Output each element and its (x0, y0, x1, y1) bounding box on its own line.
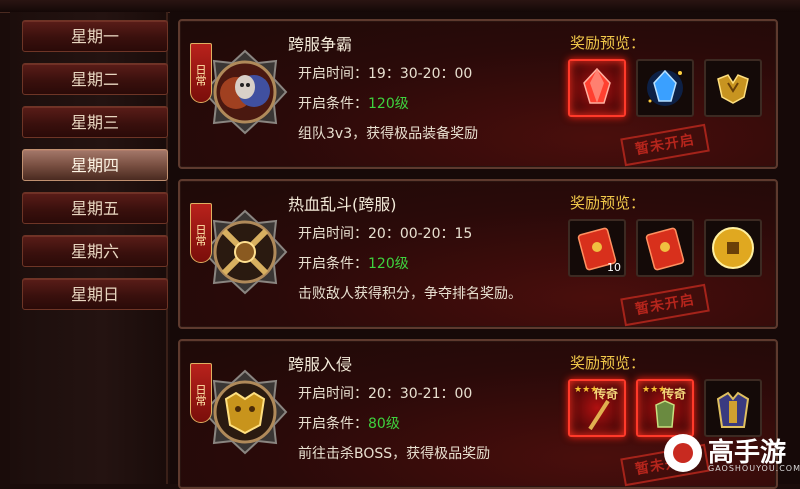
reward-slot[interactable] (704, 379, 762, 437)
gold-armor-icon (717, 74, 749, 104)
reward-slot[interactable] (636, 219, 694, 277)
daily-badge: 日常 (190, 363, 212, 423)
activity-description: 组队3v3，获得极品装备奖励 (298, 126, 479, 142)
not-open-stamp: 暂未开启 (620, 123, 710, 167)
blue-crystal-icon (647, 69, 683, 106)
condition-label: 开启条件： (298, 96, 368, 112)
activity-description: 击败敌人获得积分，争夺排名奖励。 (298, 286, 522, 302)
tab-monday[interactable]: 星期一 (22, 20, 168, 52)
reward-preview-label: 奖励预览： (570, 354, 646, 372)
weekday-sidebar: 星期一 星期二 星期三 星期四 星期五 星期六 星期日 (10, 12, 168, 484)
gold-coin-icon (712, 227, 754, 269)
watermark-url: GAOSHOUYOU.COM (708, 464, 800, 473)
star-icon: ★★★ (574, 385, 599, 395)
activity-title: 热血乱斗(跨服) (288, 195, 397, 214)
open-condition: 开启条件：120级 (298, 253, 409, 273)
cross-server-invasion-emblem-icon (202, 369, 288, 455)
gaoshouyou-logo-icon (664, 434, 702, 472)
warrior-armor-icon (716, 391, 750, 428)
item-count: 10 (607, 261, 621, 274)
reward-slot[interactable]: ★★★ 传奇 (636, 379, 694, 437)
tab-friday[interactable]: 星期五 (22, 192, 168, 224)
open-time: 开启时间：19：30-20：00 (298, 66, 473, 82)
red-crystal-icon (583, 67, 611, 104)
reward-preview-label: 奖励预览： (570, 194, 646, 212)
legend-tag: 传奇 (594, 387, 619, 401)
open-time: 开启时间：20：30-21：00 (298, 386, 473, 402)
reward-slot[interactable] (704, 59, 762, 117)
red-envelope-icon (645, 227, 685, 271)
not-open-stamp: 暂未开启 (620, 283, 710, 327)
tab-sunday[interactable]: 星期日 (22, 278, 168, 310)
cross-server-battle-emblem-icon (202, 49, 288, 135)
daily-badge: 日常 (190, 43, 212, 103)
activity-card-cross-server-battle[interactable]: 日常 跨服争霸 开启时间：19：30-20：00 开启条件：120级 组队3v3… (178, 19, 778, 169)
level-requirement: 120级 (368, 96, 409, 112)
reward-slot[interactable] (568, 59, 626, 117)
level-requirement: 80级 (368, 416, 400, 432)
blood-brawl-emblem-icon (202, 209, 288, 295)
open-time: 开启时间：20：00-20：15 (298, 226, 473, 242)
tab-wednesday[interactable]: 星期三 (22, 106, 168, 138)
reward-slot[interactable]: 10 (568, 219, 626, 277)
reward-slot[interactable]: ★★★ 传奇 (568, 379, 626, 437)
activity-card-blood-brawl[interactable]: 日常 热血乱斗(跨服) 开启时间：20：00-20：15 开启条件：120级 击… (178, 179, 778, 329)
gaoshouyou-watermark: 高手游 GAOSHOUYOU.COM (664, 432, 800, 478)
open-condition: 开启条件：80级 (298, 413, 400, 433)
legend-tag: 传奇 (662, 387, 687, 401)
condition-label: 开启条件： (298, 256, 368, 272)
star-icon: ★★★ (642, 385, 667, 395)
activity-title: 跨服入侵 (288, 355, 353, 374)
reward-slot[interactable] (704, 219, 762, 277)
open-condition: 开启条件：120级 (298, 93, 409, 113)
reward-preview-label: 奖励预览： (570, 34, 646, 52)
tab-tuesday[interactable]: 星期二 (22, 63, 168, 95)
activity-list: 日常 跨服争霸 开启时间：19：30-20：00 开启条件：120级 组队3v3… (170, 12, 800, 489)
activity-description: 前往击杀BOSS，获得极品奖励 (298, 446, 491, 462)
level-requirement: 120级 (368, 256, 409, 272)
tab-saturday[interactable]: 星期六 (22, 235, 168, 267)
tab-thursday[interactable]: 星期四 (22, 149, 168, 181)
daily-badge: 日常 (190, 203, 212, 263)
reward-slot[interactable] (636, 59, 694, 117)
condition-label: 开启条件： (298, 416, 368, 432)
activity-title: 跨服争霸 (288, 35, 353, 54)
